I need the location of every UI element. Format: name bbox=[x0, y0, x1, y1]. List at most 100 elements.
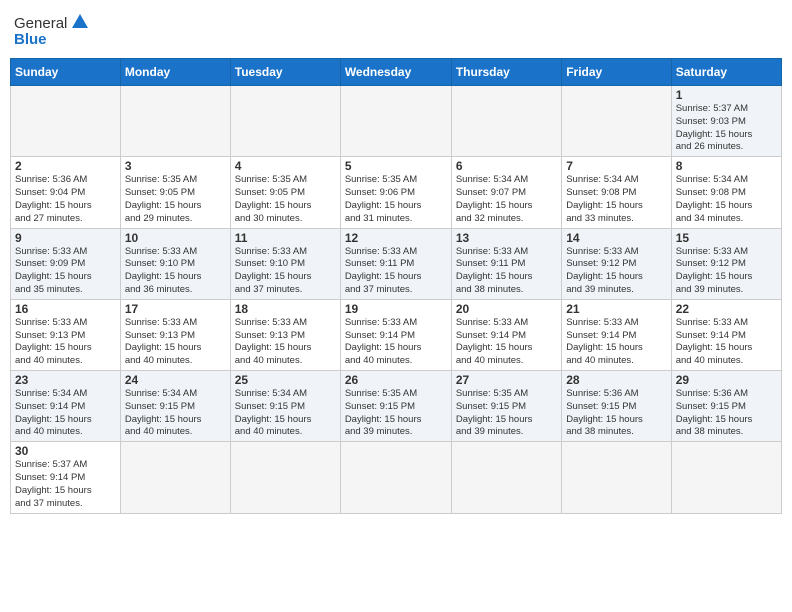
svg-text:General: General bbox=[14, 15, 67, 32]
calendar-day-cell bbox=[11, 86, 121, 157]
day-header-wednesday: Wednesday bbox=[340, 59, 451, 86]
logo: GeneralBlue bbox=[14, 10, 94, 50]
calendar-day-cell: 14Sunrise: 5:33 AM Sunset: 9:12 PM Dayli… bbox=[562, 228, 671, 299]
day-number: 23 bbox=[15, 373, 116, 387]
day-number: 21 bbox=[566, 302, 666, 316]
day-info: Sunrise: 5:35 AM Sunset: 9:05 PM Dayligh… bbox=[125, 174, 226, 225]
day-info: Sunrise: 5:33 AM Sunset: 9:09 PM Dayligh… bbox=[15, 246, 116, 297]
day-number: 17 bbox=[125, 302, 226, 316]
calendar-week-row: 16 Sunrise: 5:33 AM Sunset: 9:13 PM Dayli… bbox=[11, 299, 782, 370]
day-header-tuesday: Tuesday bbox=[230, 59, 340, 86]
day-info: Sunrise: 5:36 AM Sunset: 9:15 PM Dayligh… bbox=[676, 388, 777, 439]
day-number: 10 bbox=[125, 231, 226, 245]
calendar-day-cell: 23Sunrise: 5:34 AM Sunset: 9:14 PM Dayli… bbox=[11, 371, 121, 442]
calendar-day-cell bbox=[120, 86, 230, 157]
day-info: Sunrise: 5:33 AM Sunset: 9:13 PM Dayligh… bbox=[235, 317, 336, 368]
day-number: 14 bbox=[566, 231, 666, 245]
calendar-day-cell bbox=[230, 86, 340, 157]
calendar-week-row: 23Sunrise: 5:34 AM Sunset: 9:14 PM Dayli… bbox=[11, 371, 782, 442]
calendar-day-cell: 19Sunrise: 5:33 AM Sunset: 9:14 PM Dayli… bbox=[340, 299, 451, 370]
page-header: GeneralBlue bbox=[10, 10, 782, 50]
day-info: Sunrise: 5:33 AM Sunset: 9:12 PM Dayligh… bbox=[676, 246, 777, 297]
calendar-day-cell: 16Sunrise: 5:33 AM Sunset: 9:13 PM Dayli… bbox=[11, 299, 121, 370]
calendar-day-cell: 6Sunrise: 5:34 AM Sunset: 9:07 PM Daylig… bbox=[451, 157, 561, 228]
day-info: Sunrise: 5:36 AM Sunset: 9:15 PM Dayligh… bbox=[566, 388, 666, 439]
calendar-day-cell: 28Sunrise: 5:36 AM Sunset: 9:15 PM Dayli… bbox=[562, 371, 671, 442]
day-info: Sunrise: 5:33 AM Sunset: 9:14 PM Dayligh… bbox=[456, 317, 557, 368]
calendar-week-row: 30Sunrise: 5:37 AM Sunset: 9:14 PM Dayli… bbox=[11, 442, 782, 513]
calendar-day-cell: 4Sunrise: 5:35 AM Sunset: 9:05 PM Daylig… bbox=[230, 157, 340, 228]
calendar-day-cell bbox=[451, 86, 561, 157]
calendar-day-cell: 21Sunrise: 5:33 AM Sunset: 9:14 PM Dayli… bbox=[562, 299, 671, 370]
calendar-day-cell: 5Sunrise: 5:35 AM Sunset: 9:06 PM Daylig… bbox=[340, 157, 451, 228]
calendar-week-row: 1Sunrise: 5:37 AM Sunset: 9:03 PM Daylig… bbox=[11, 86, 782, 157]
day-info: Sunrise: 5:35 AM Sunset: 9:06 PM Dayligh… bbox=[345, 174, 447, 225]
day-info: Sunrise: 5:33 AM Sunset: 9:14 PM Dayligh… bbox=[345, 317, 447, 368]
day-number: 1 bbox=[676, 88, 777, 102]
calendar-day-cell bbox=[562, 442, 671, 513]
calendar-day-cell bbox=[562, 86, 671, 157]
day-number: 3 bbox=[125, 159, 226, 173]
day-number: 19 bbox=[345, 302, 447, 316]
day-number: 4 bbox=[235, 159, 336, 173]
calendar-day-cell bbox=[120, 442, 230, 513]
calendar-header-row: SundayMondayTuesdayWednesdayThursdayFrid… bbox=[11, 59, 782, 86]
day-number: 29 bbox=[676, 373, 777, 387]
svg-text:Blue: Blue bbox=[14, 31, 47, 48]
day-info: Sunrise: 5:33 AM Sunset: 9:14 PM Dayligh… bbox=[566, 317, 666, 368]
day-header-friday: Friday bbox=[562, 59, 671, 86]
calendar-day-cell: 8Sunrise: 5:34 AM Sunset: 9:08 PM Daylig… bbox=[671, 157, 781, 228]
calendar-day-cell: 25Sunrise: 5:34 AM Sunset: 9:15 PM Dayli… bbox=[230, 371, 340, 442]
day-info: Sunrise: 5:34 AM Sunset: 9:07 PM Dayligh… bbox=[456, 174, 557, 225]
day-info: Sunrise: 5:33 AM Sunset: 9:13 PM Dayligh… bbox=[125, 317, 226, 368]
day-header-thursday: Thursday bbox=[451, 59, 561, 86]
day-number: 28 bbox=[566, 373, 666, 387]
day-number: 8 bbox=[676, 159, 777, 173]
calendar-day-cell: 26Sunrise: 5:35 AM Sunset: 9:15 PM Dayli… bbox=[340, 371, 451, 442]
day-number: 13 bbox=[456, 231, 557, 245]
day-info: Sunrise: 5:33 AM Sunset: 9:14 PM Dayligh… bbox=[676, 317, 777, 368]
day-number: 16 bbox=[15, 302, 116, 316]
calendar-table: SundayMondayTuesdayWednesdayThursdayFrid… bbox=[10, 58, 782, 514]
calendar-week-row: 2Sunrise: 5:36 AM Sunset: 9:04 PM Daylig… bbox=[11, 157, 782, 228]
calendar-day-cell: 30Sunrise: 5:37 AM Sunset: 9:14 PM Dayli… bbox=[11, 442, 121, 513]
day-info: Sunrise: 5:37 AM Sunset: 9:03 PM Dayligh… bbox=[676, 103, 777, 154]
calendar-day-cell: 3Sunrise: 5:35 AM Sunset: 9:05 PM Daylig… bbox=[120, 157, 230, 228]
day-info: Sunrise: 5:35 AM Sunset: 9:15 PM Dayligh… bbox=[345, 388, 447, 439]
day-info: Sunrise: 5:35 AM Sunset: 9:15 PM Dayligh… bbox=[456, 388, 557, 439]
day-number: 15 bbox=[676, 231, 777, 245]
calendar-day-cell: 18Sunrise: 5:33 AM Sunset: 9:13 PM Dayli… bbox=[230, 299, 340, 370]
day-info: Sunrise: 5:34 AM Sunset: 9:14 PM Dayligh… bbox=[15, 388, 116, 439]
day-info: Sunrise: 5:33 AM Sunset: 9:11 PM Dayligh… bbox=[456, 246, 557, 297]
calendar-day-cell: 2Sunrise: 5:36 AM Sunset: 9:04 PM Daylig… bbox=[11, 157, 121, 228]
day-number: 12 bbox=[345, 231, 447, 245]
calendar-day-cell: 22Sunrise: 5:33 AM Sunset: 9:14 PM Dayli… bbox=[671, 299, 781, 370]
calendar-day-cell bbox=[340, 442, 451, 513]
calendar-day-cell: 11Sunrise: 5:33 AM Sunset: 9:10 PM Dayli… bbox=[230, 228, 340, 299]
day-number: 9 bbox=[15, 231, 116, 245]
calendar-day-cell bbox=[671, 442, 781, 513]
day-info: Sunrise: 5:35 AM Sunset: 9:05 PM Dayligh… bbox=[235, 174, 336, 225]
day-number: 27 bbox=[456, 373, 557, 387]
day-info: Sunrise: 5:37 AM Sunset: 9:14 PM Dayligh… bbox=[15, 459, 116, 510]
calendar-day-cell bbox=[230, 442, 340, 513]
day-info: Sunrise: 5:33 AM Sunset: 9:10 PM Dayligh… bbox=[125, 246, 226, 297]
day-number: 11 bbox=[235, 231, 336, 245]
calendar-day-cell: 24Sunrise: 5:34 AM Sunset: 9:15 PM Dayli… bbox=[120, 371, 230, 442]
calendar-day-cell: 27Sunrise: 5:35 AM Sunset: 9:15 PM Dayli… bbox=[451, 371, 561, 442]
day-header-monday: Monday bbox=[120, 59, 230, 86]
calendar-day-cell: 12Sunrise: 5:33 AM Sunset: 9:11 PM Dayli… bbox=[340, 228, 451, 299]
day-number: 6 bbox=[456, 159, 557, 173]
day-info: Sunrise: 5:33 AM Sunset: 9:12 PM Dayligh… bbox=[566, 246, 666, 297]
calendar-day-cell: 15Sunrise: 5:33 AM Sunset: 9:12 PM Dayli… bbox=[671, 228, 781, 299]
calendar-week-row: 9Sunrise: 5:33 AM Sunset: 9:09 PM Daylig… bbox=[11, 228, 782, 299]
calendar-day-cell: 20Sunrise: 5:33 AM Sunset: 9:14 PM Dayli… bbox=[451, 299, 561, 370]
day-info: Sunrise: 5:34 AM Sunset: 9:15 PM Dayligh… bbox=[235, 388, 336, 439]
day-number: 18 bbox=[235, 302, 336, 316]
day-number: 5 bbox=[345, 159, 447, 173]
day-number: 25 bbox=[235, 373, 336, 387]
calendar-day-cell: 10Sunrise: 5:33 AM Sunset: 9:10 PM Dayli… bbox=[120, 228, 230, 299]
day-info: Sunrise: 5:34 AM Sunset: 9:08 PM Dayligh… bbox=[566, 174, 666, 225]
day-header-sunday: Sunday bbox=[11, 59, 121, 86]
day-number: 24 bbox=[125, 373, 226, 387]
